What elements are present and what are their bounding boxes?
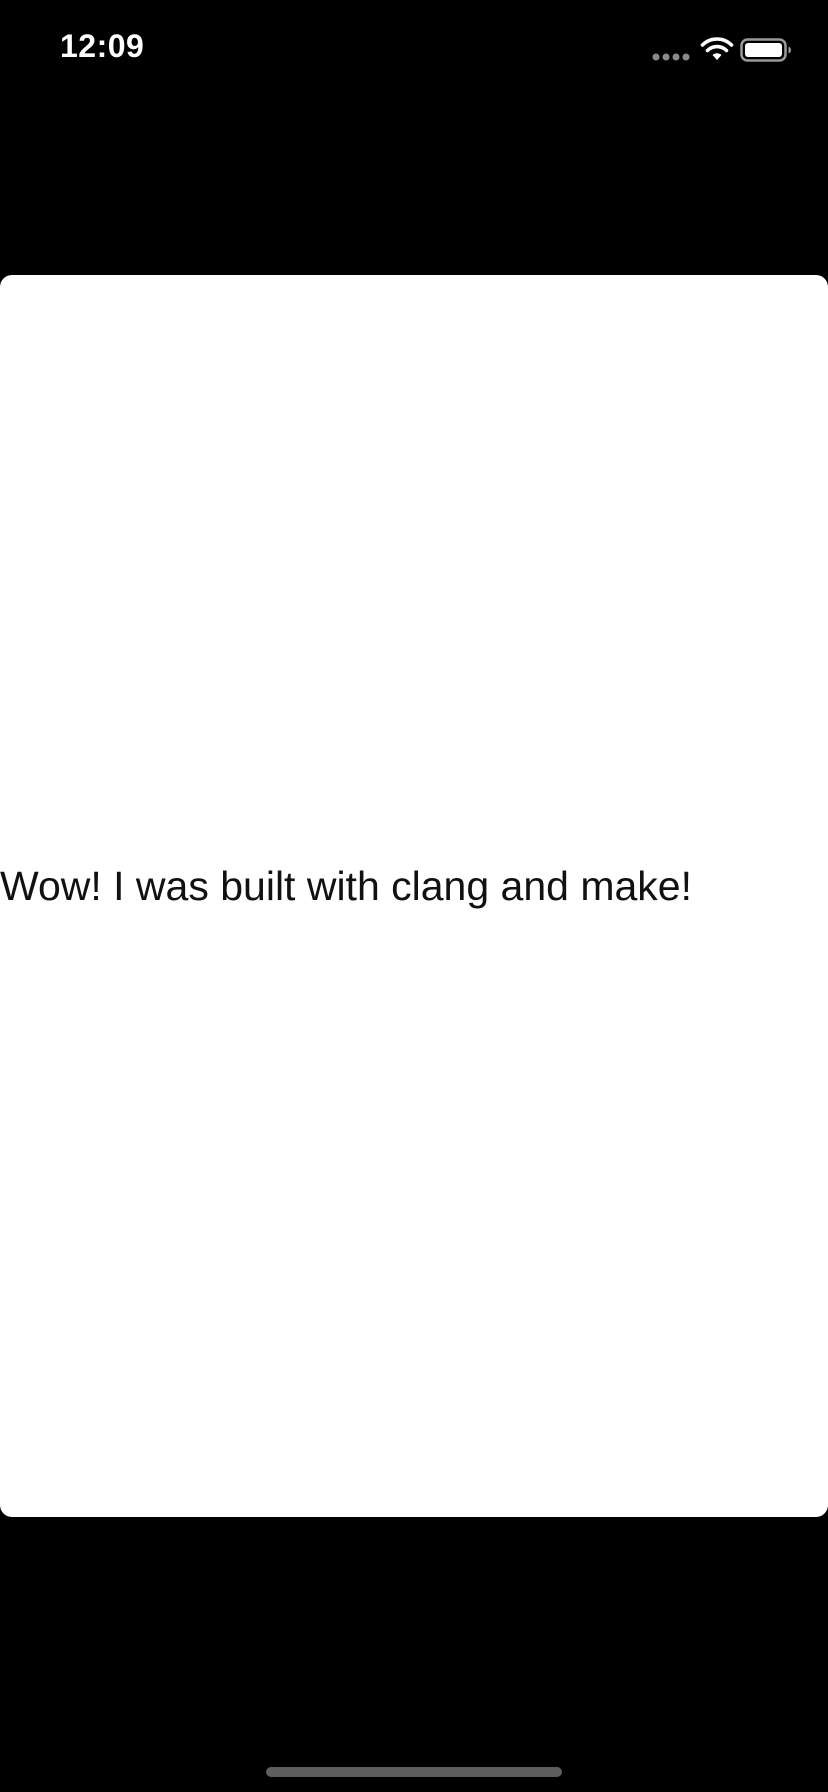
- status-time: 12:09: [60, 28, 145, 64]
- content-card: Wow! I was built with clang and make!: [0, 275, 828, 1517]
- signal-dots-icon: [652, 53, 690, 61]
- home-indicator[interactable]: [266, 1767, 562, 1777]
- wifi-icon: [700, 37, 734, 60]
- battery-icon: [740, 38, 791, 62]
- message-label: Wow! I was built with clang and make!: [0, 863, 692, 909]
- status-bar: 12:09: [0, 0, 828, 110]
